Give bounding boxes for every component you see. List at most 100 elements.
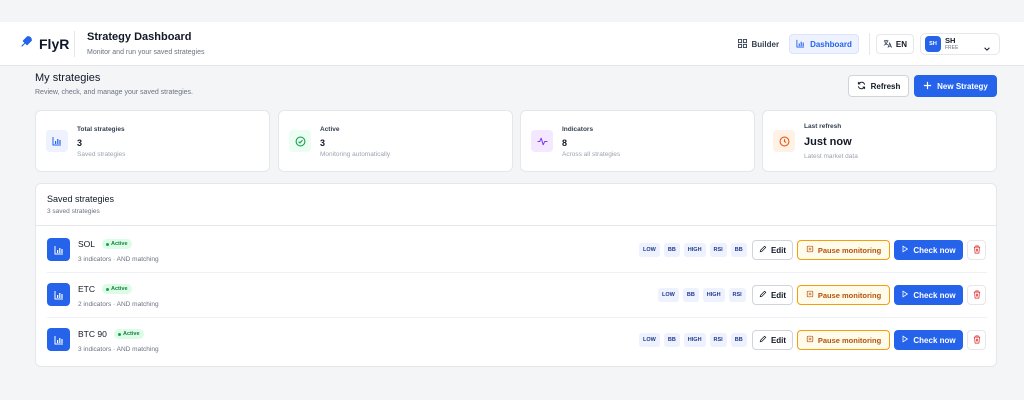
refresh-button[interactable]: Refresh <box>848 75 909 97</box>
indicator-tag: LOW <box>658 288 679 302</box>
indicator-tag: RSI <box>709 333 727 347</box>
check-now-button[interactable]: Check now <box>894 330 963 350</box>
strategy-name: SOL <box>78 239 96 249</box>
strategy-name: ETC <box>78 284 95 294</box>
edit-button[interactable]: Edit <box>752 330 793 350</box>
pause-monitoring-button[interactable]: Pause monitoring <box>797 240 890 260</box>
stat-value: 3 <box>320 138 326 148</box>
indicator-tags: LOW BB HIGH RSI <box>658 288 746 302</box>
pause-monitoring-button[interactable]: Pause monitoring <box>797 285 890 305</box>
page-subtitle: Review, check, and manage your saved str… <box>35 89 193 96</box>
status-badge: Active <box>102 239 132 249</box>
indicator-tag: HIGH <box>702 288 725 302</box>
new-strategy-label: New Strategy <box>937 81 988 91</box>
header-subtitle: Monitor and run your saved strategies <box>87 49 205 56</box>
header-separator <box>868 33 870 55</box>
refresh-icon <box>857 81 866 92</box>
pencil-icon <box>759 245 767 255</box>
indicator-tag: RSI <box>728 288 746 302</box>
strategy-name: BTC 90 <box>78 329 107 339</box>
panel-subtitle: 3 saved strategies <box>47 208 100 215</box>
strategy-row[interactable]: BTC 90 Active 3 indicators · AND matchin… <box>47 318 987 363</box>
status-label: Active <box>123 331 140 337</box>
bar-chart-icon <box>796 39 805 50</box>
rocket-icon <box>20 35 33 53</box>
strategy-chart-icon <box>47 328 70 351</box>
nav-builder[interactable]: Builder <box>732 34 786 54</box>
delete-button[interactable] <box>967 330 986 350</box>
edit-button[interactable]: Edit <box>752 240 793 260</box>
pause-label: Pause monitoring <box>817 290 882 300</box>
clock-icon <box>773 130 795 152</box>
check-circle-icon <box>289 130 311 152</box>
status-badge: Active <box>102 284 132 294</box>
indicator-tag: LOW <box>639 333 660 347</box>
stat-note: Latest market data <box>804 153 858 160</box>
pencil-icon <box>759 335 767 345</box>
nav-dashboard-label: Dashboard <box>810 39 852 49</box>
brand-logo[interactable]: FlyR <box>0 35 74 53</box>
pause-icon <box>806 245 814 255</box>
stat-card-total: Total strategies 3 Saved strategies <box>35 110 270 172</box>
indicator-tag: HIGH <box>683 243 706 257</box>
delete-button[interactable] <box>967 285 986 305</box>
strategy-meta: 3 indicators · AND matching <box>78 346 159 353</box>
grid-icon <box>737 38 747 50</box>
header-title: Strategy Dashboard <box>87 31 192 43</box>
pause-monitoring-button[interactable]: Pause monitoring <box>797 330 890 350</box>
check-label: Check now <box>913 335 956 345</box>
edit-label: Edit <box>770 290 787 300</box>
panel-divider <box>36 225 996 226</box>
bar-chart-icon <box>46 130 68 152</box>
strategy-row[interactable]: SOL Active 3 indicators · AND matching L… <box>47 228 987 273</box>
strategy-chart-icon <box>47 283 70 306</box>
language-switcher[interactable]: EN <box>875 34 914 54</box>
strategy-row[interactable]: ETC Active 2 indicators · AND matching L… <box>47 273 987 318</box>
page-title: My strategies <box>35 72 101 84</box>
indicator-tags: LOW BB HIGH RSI BB <box>639 243 747 257</box>
strategy-chart-icon <box>47 238 70 261</box>
edit-label: Edit <box>770 245 787 255</box>
play-icon <box>901 245 909 255</box>
check-now-button[interactable]: Check now <box>894 285 963 305</box>
edit-button[interactable]: Edit <box>752 285 793 305</box>
play-icon <box>901 335 909 345</box>
status-label: Active <box>111 286 128 292</box>
nav-builder-label: Builder <box>751 39 780 49</box>
user-name: SH <box>945 36 956 46</box>
strategy-meta: 3 indicators · AND matching <box>78 256 159 263</box>
indicator-tag: LOW <box>639 243 660 257</box>
user-menu[interactable]: SH SH FREE <box>920 33 1000 55</box>
saved-strategies-panel: Saved strategies 3 saved strategies SOL … <box>35 183 997 367</box>
stat-value: 8 <box>562 138 568 148</box>
stat-card-last-refresh: Last refresh Just now Latest market data <box>762 110 997 172</box>
trash-icon <box>973 241 981 259</box>
chevron-down-icon <box>983 40 991 58</box>
pause-label: Pause monitoring <box>817 245 882 255</box>
stat-label: Active <box>320 126 340 133</box>
stat-note: Saved strategies <box>77 151 126 158</box>
indicator-tag: BB <box>730 243 747 257</box>
stat-card-active: Active 3 Monitoring automatically <box>278 110 513 172</box>
delete-button[interactable] <box>967 240 986 260</box>
plus-icon <box>923 81 932 92</box>
translate-icon <box>883 39 892 50</box>
new-strategy-button[interactable]: New Strategy <box>914 75 997 97</box>
check-label: Check now <box>913 290 956 300</box>
indicator-tag: BB <box>730 333 747 347</box>
check-now-button[interactable]: Check now <box>894 240 963 260</box>
status-label: Active <box>111 241 128 247</box>
indicator-tag: HIGH <box>683 333 706 347</box>
stat-note: Monitoring automatically <box>320 151 391 158</box>
stat-note: Across all strategies <box>562 151 621 158</box>
indicator-tags: LOW BB HIGH RSI BB <box>639 333 747 347</box>
stat-card-indicators: Indicators 8 Across all strategies <box>520 110 755 172</box>
check-label: Check now <box>913 245 956 255</box>
refresh-label: Refresh <box>870 81 901 91</box>
panel-title: Saved strategies <box>47 194 115 204</box>
nav-dashboard[interactable]: Dashboard <box>789 34 859 54</box>
pause-label: Pause monitoring <box>817 335 882 345</box>
trash-icon <box>973 286 981 304</box>
edit-label: Edit <box>770 335 787 345</box>
stat-label: Total strategies <box>77 126 125 133</box>
